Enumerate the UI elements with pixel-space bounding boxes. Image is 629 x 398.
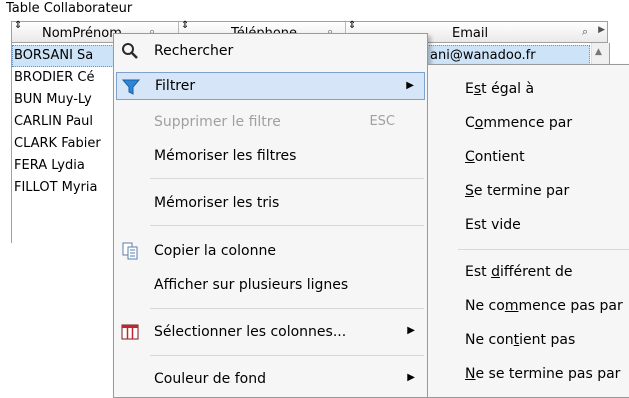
search-icon xyxy=(122,43,138,59)
cell-nomprenom: BORSANI Sa xyxy=(14,48,94,63)
menu-separator xyxy=(150,225,424,226)
menu-item-label: Copier la colonne xyxy=(154,243,276,259)
scroll-up-icon[interactable]: ▲ xyxy=(595,47,602,57)
scroll-right-icon[interactable]: ▶ xyxy=(598,25,605,35)
submenu-arrow-icon: ▶ xyxy=(407,325,415,336)
menu-item-rechercher[interactable]: Rechercher xyxy=(116,37,425,65)
column-label: Email xyxy=(452,26,489,41)
menu-item-label: Afficher sur plusieurs lignes xyxy=(154,277,349,293)
columns-icon xyxy=(121,324,139,340)
context-menu: Rechercher Filtrer ▶ Supprimer le filtre… xyxy=(113,33,428,398)
menu-item-supprimer-filtre[interactable]: Supprimer le filtre ESC xyxy=(116,108,425,136)
menu-item-label: Mémoriser les tris xyxy=(154,195,280,211)
sort-icon[interactable]: ⇕ xyxy=(14,16,22,36)
menu-separator xyxy=(458,249,629,250)
column-label: NomPrénom xyxy=(42,26,122,41)
menu-item-filtrer[interactable]: Filtrer ▶ xyxy=(116,72,425,100)
menu-separator xyxy=(150,355,424,356)
submenu-arrow-icon: ▶ xyxy=(406,80,414,91)
table-title: Table Collaborateur xyxy=(6,1,133,16)
menu-item-label: Supprimer le filtre xyxy=(154,114,281,130)
submenu-item-ne-commence-pas[interactable]: Ne commence pas par xyxy=(465,294,623,318)
cell-nomprenom: BUN Muy-Ly xyxy=(14,92,92,107)
menu-item-label: Filtrer xyxy=(155,78,196,94)
submenu-item-est-different[interactable]: Est différent de xyxy=(465,260,573,284)
cell-nomprenom: CLARK Fabier xyxy=(14,136,101,151)
submenu-item-commence-par[interactable]: Commence par xyxy=(465,111,572,135)
copy-icon xyxy=(122,242,138,260)
menu-separator xyxy=(150,178,424,179)
menu-item-label: Mémoriser les filtres xyxy=(154,148,297,164)
menu-item-couleur-fond[interactable]: Couleur de fond ▶ xyxy=(116,365,425,393)
submenu-item-se-termine-par[interactable]: Se termine par xyxy=(465,179,569,203)
cell-nomprenom: FERA Lydia xyxy=(14,158,85,173)
submenu-item-ne-contient-pas[interactable]: Ne contient pas xyxy=(465,328,575,352)
menu-separator xyxy=(150,308,424,309)
filter-submenu: Est égal à Commence par Contient Se term… xyxy=(427,64,629,398)
menu-item-afficher-plusieurs-lignes[interactable]: Afficher sur plusieurs lignes xyxy=(116,271,425,299)
menu-item-label: Couleur de fond xyxy=(154,371,266,387)
submenu-item-contient[interactable]: Contient xyxy=(465,145,525,169)
cell-nomprenom: BRODIER Cé xyxy=(14,70,95,85)
submenu-item-est-egal[interactable]: Est égal à xyxy=(465,77,534,101)
menu-item-label: Rechercher xyxy=(154,43,234,59)
submenu-arrow-icon: ▶ xyxy=(407,372,415,383)
menu-item-memoriser-tris[interactable]: Mémoriser les tris xyxy=(116,189,425,217)
submenu-item-ne-se-termine-pas[interactable]: Ne se termine pas par xyxy=(465,362,620,386)
menu-item-selectionner-colonnes[interactable]: Sélectionner les colonnes... ▶ xyxy=(116,318,425,346)
menu-item-memoriser-filtres[interactable]: Mémoriser les filtres xyxy=(116,142,425,170)
shortcut-label: ESC xyxy=(369,114,395,129)
cell-nomprenom: FILLOT Myria xyxy=(14,180,98,195)
menu-item-copier-colonne[interactable]: Copier la colonne xyxy=(116,237,425,265)
submenu-item-est-vide[interactable]: Est vide xyxy=(465,213,521,237)
column-search-icon[interactable]: ⌕ xyxy=(582,22,588,42)
menu-item-label: Sélectionner les colonnes... xyxy=(154,324,347,340)
cell-nomprenom: CARLIN Paul xyxy=(14,114,94,129)
funnel-icon xyxy=(121,79,141,95)
